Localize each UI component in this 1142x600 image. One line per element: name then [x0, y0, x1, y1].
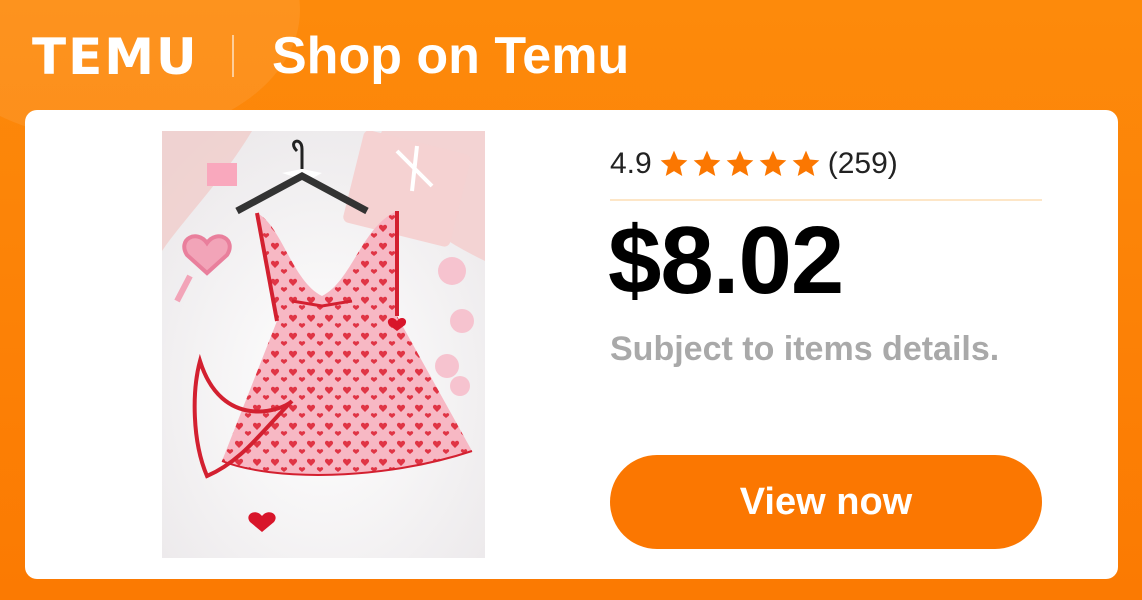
star-icon [759, 150, 787, 176]
star-icon [792, 150, 820, 176]
subject-note: Subject to items details. [610, 330, 1000, 368]
rating-row: 4.9 (259) [610, 142, 898, 186]
rating-divider [610, 199, 1042, 201]
header-title[interactable]: Shop on Temu [272, 26, 629, 86]
star-icon [693, 150, 721, 176]
product-image[interactable] [162, 131, 485, 558]
price: $8.02 [608, 207, 844, 314]
star-rating [658, 148, 822, 180]
rating-value: 4.9 [610, 147, 652, 180]
header-bar: TEMU Shop on Temu [0, 0, 1142, 112]
temu-logo[interactable]: TEMU [32, 28, 199, 86]
view-now-button[interactable]: View now [610, 455, 1042, 549]
product-photo-icon [162, 131, 485, 558]
star-icon [726, 150, 754, 176]
header-divider [232, 35, 234, 77]
review-count: (259) [827, 147, 898, 180]
star-icon [660, 150, 688, 176]
